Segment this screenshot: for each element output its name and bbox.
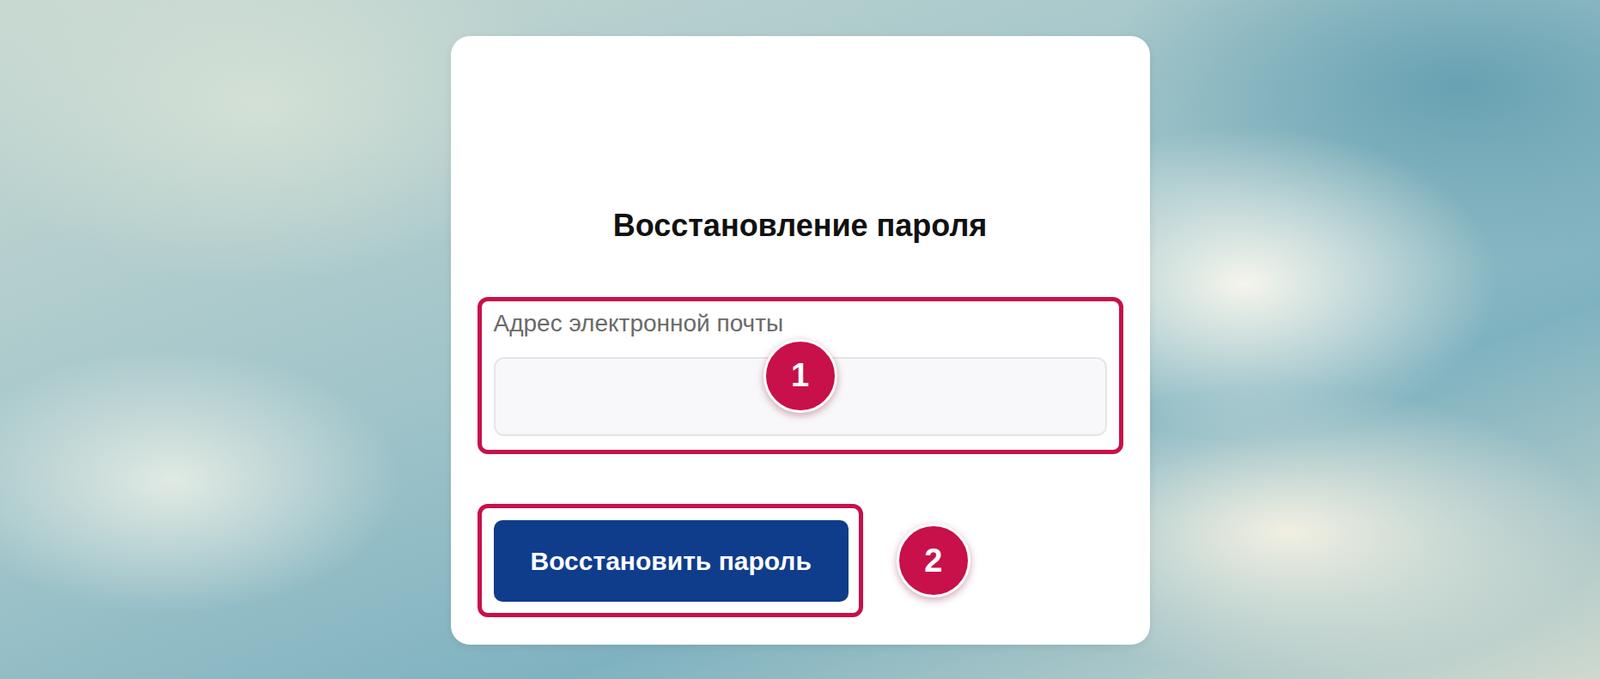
- page: Восстановление пароля Адрес электронной п…: [0, 0, 1600, 679]
- button-annotation-frame: Восстановить пароль2: [477, 504, 864, 618]
- card-title: Восстановление пароля: [477, 206, 1124, 245]
- annotation-marker: 2: [896, 523, 971, 598]
- recovery-card: Восстановление пароля Адрес электронной п…: [450, 36, 1150, 645]
- annotation-marker: 1: [763, 339, 838, 414]
- email-label: Адрес электронной почты: [493, 309, 1108, 339]
- email-annotation-frame: Адрес электронной почты1: [477, 297, 1124, 455]
- restore-password-button[interactable]: Восстановить пароль: [493, 520, 849, 603]
